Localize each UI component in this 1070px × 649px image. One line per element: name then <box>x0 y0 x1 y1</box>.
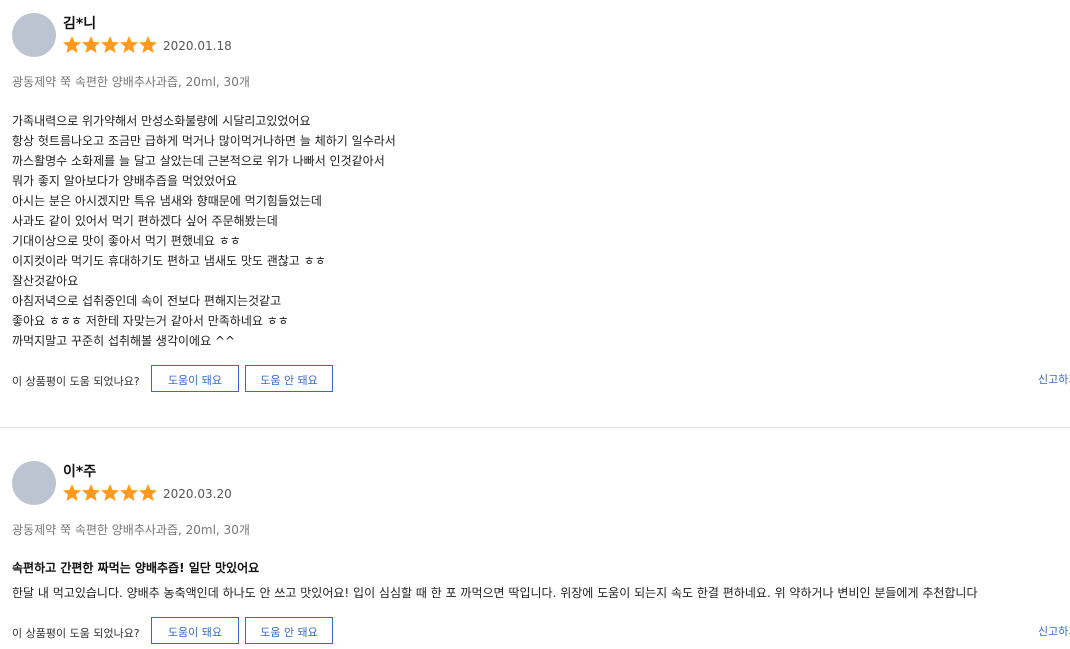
review-date: 2020.01.18 <box>163 39 232 53</box>
star-icon <box>100 35 120 55</box>
review-body: 가족내력으로 위가약해서 만성소화불량에 시달리고있었어요 항상 헛트름나오고 … <box>12 111 396 351</box>
review-date: 2020.03.20 <box>163 487 232 501</box>
review-line: 사과도 같이 있어서 먹기 편하겠다 싶어 주문해봤는데 <box>12 214 278 228</box>
review-line: 이지컷이라 먹기도 휴대하기도 편하고 냄새도 맛도 괜찮고 ㅎㅎ <box>12 254 326 268</box>
star-icon <box>81 483 101 503</box>
reviewer-name: 이*주 <box>63 464 97 480</box>
review-line: 뭐가 좋지 알아보다가 양배추즙을 먹었었어요 <box>12 174 238 188</box>
helpful-question: 이 상품평이 도움 되었나요? <box>12 375 140 388</box>
helpful-no-button[interactable]: 도움 안 돼요 <box>245 617 333 644</box>
reviewer-name: 김*니 <box>63 16 97 32</box>
star-icon <box>100 483 120 503</box>
review-headline: 속편하고 간편한 짜먹는 양배추즙! 일단 맛있어요 <box>12 561 260 575</box>
star-rating <box>62 483 157 503</box>
report-link[interactable]: 신고하기 <box>1038 623 1070 639</box>
star-icon <box>62 483 82 503</box>
star-icon <box>62 35 82 55</box>
review-line: 까스활명수 소화제를 늘 달고 살았는데 근본적으로 위가 나빠서 인것같아서 <box>12 154 385 168</box>
helpful-no-button[interactable]: 도움 안 돼요 <box>245 365 333 392</box>
review-line: 한달 내 먹고있습니다. 양배추 농축액인데 하나도 안 쓰고 맛있어요! 입이… <box>12 586 978 600</box>
product-option: 광동제약 쭉 속편한 양배추사과즙, 20ml, 30개 <box>12 75 250 89</box>
star-rating <box>62 35 157 55</box>
helpful-yes-button[interactable]: 도움이 돼요 <box>151 365 239 392</box>
review-line: 기대이상으로 맛이 좋아서 먹기 편했네요 ㅎㅎ <box>12 234 241 248</box>
review-line: 좋아요 ㅎㅎㅎ 저한테 자맞는거 같아서 만족하네요 ㅎㅎ <box>12 314 289 328</box>
review-card: 이*주 2020.03.20 광동제약 쭉 속편한 양배추사과즙, 20ml, … <box>0 428 1070 649</box>
avatar <box>12 461 56 505</box>
star-icon <box>119 35 139 55</box>
review-line: 까먹지말고 꾸준히 섭취해볼 생각이에요 ^^ <box>12 334 236 348</box>
star-icon <box>138 483 158 503</box>
review-line: 아침저녁으로 섭취중인데 속이 전보다 편해지는것같고 <box>12 294 282 308</box>
star-icon <box>138 35 158 55</box>
review-body: 한달 내 먹고있습니다. 양배추 농축액인데 하나도 안 쓰고 맛있어요! 입이… <box>12 583 978 603</box>
review-line: 잘산것같아요 <box>12 274 79 288</box>
report-link[interactable]: 신고하기 <box>1038 371 1070 387</box>
review-line: 항상 헛트름나오고 조금만 급하게 먹거나 많이먹거나하면 늘 체하기 일수라서 <box>12 134 396 148</box>
star-icon <box>119 483 139 503</box>
helpful-yes-button[interactable]: 도움이 돼요 <box>151 617 239 644</box>
helpful-question: 이 상품평이 도움 되었나요? <box>12 627 140 640</box>
product-option: 광동제약 쭉 속편한 양배추사과즙, 20ml, 30개 <box>12 523 250 537</box>
review-card: 김*니 2020.01.18 광동제약 쭉 속편한 양배추사과즙, 20ml, … <box>0 0 1070 428</box>
review-line: 아시는 분은 아시겠지만 특유 냄새와 향때문에 먹기힘들었는데 <box>12 194 322 208</box>
avatar <box>12 13 56 57</box>
review-line: 가족내력으로 위가약해서 만성소화불량에 시달리고있었어요 <box>12 114 311 128</box>
star-icon <box>81 35 101 55</box>
